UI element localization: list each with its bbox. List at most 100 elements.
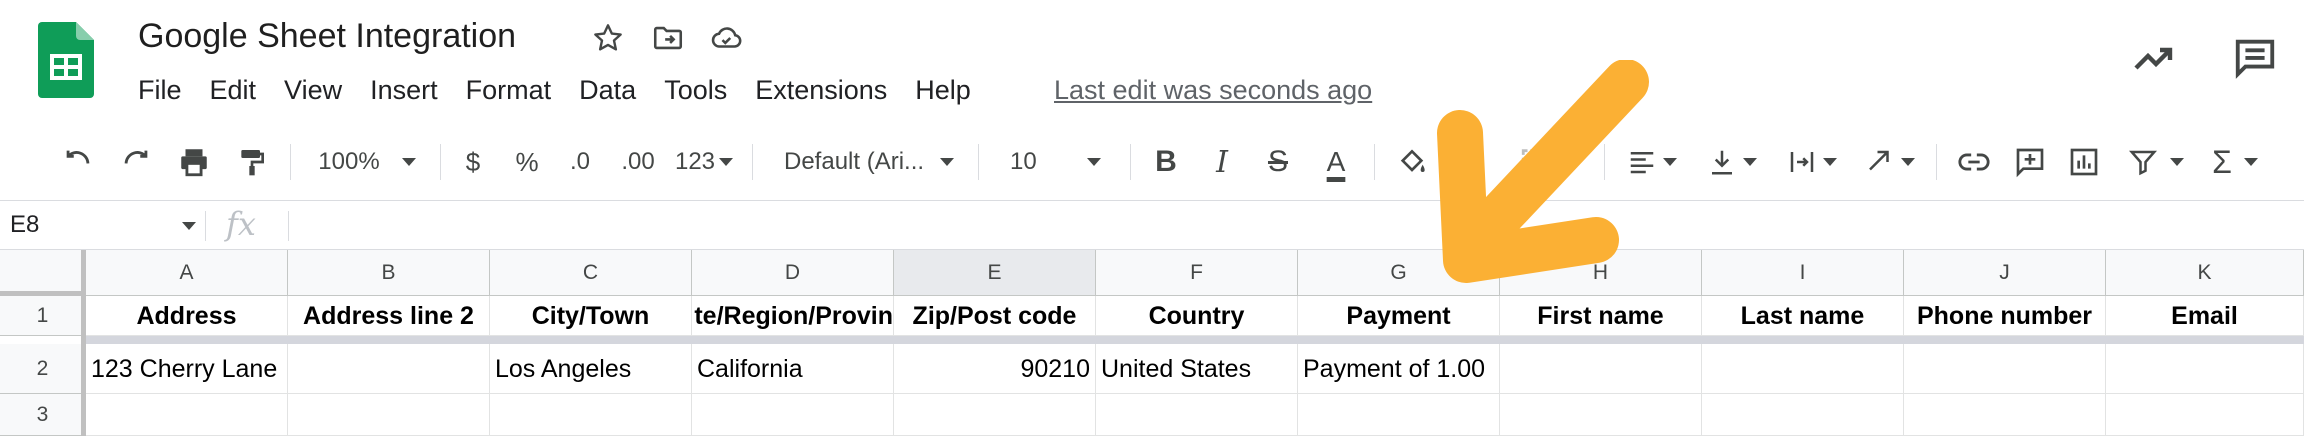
column-header-i[interactable]: I	[1702, 250, 1904, 296]
cell-c1[interactable]: City/Town	[490, 296, 692, 336]
number-format-select[interactable]: 123	[672, 138, 736, 186]
column-header-f[interactable]: F	[1096, 250, 1298, 296]
currency-format-button[interactable]: $	[458, 138, 488, 186]
cell-a2[interactable]: 123 Cherry Lane	[86, 344, 288, 394]
cell-g3[interactable]	[1298, 394, 1500, 436]
menu-extensions[interactable]: Extensions	[741, 72, 901, 108]
text-rotation-icon[interactable]	[1858, 138, 1922, 186]
menu-tools[interactable]: Tools	[650, 72, 741, 108]
column-header-j[interactable]: J	[1904, 250, 2106, 296]
cell-g1[interactable]: Payment	[1298, 296, 1500, 336]
cell-e3[interactable]	[894, 394, 1096, 436]
cell-b3[interactable]	[288, 394, 490, 436]
column-header-b[interactable]: B	[288, 250, 490, 296]
italic-icon[interactable]: I	[1202, 138, 1242, 186]
decrease-decimal-label: .0	[569, 148, 590, 175]
menu-view[interactable]: View	[270, 72, 356, 108]
cell-f2[interactable]: United States	[1096, 344, 1298, 394]
horizontal-align-icon[interactable]	[1620, 138, 1684, 186]
menu-help[interactable]: Help	[901, 72, 985, 108]
increase-decimal-button[interactable]: .00	[618, 138, 658, 186]
percent-format-button[interactable]: %	[512, 138, 542, 186]
filter-icon[interactable]	[2126, 138, 2186, 186]
column-header-h[interactable]: H	[1500, 250, 1702, 296]
borders-icon[interactable]	[1450, 138, 1490, 186]
activity-trend-icon[interactable]	[2130, 36, 2178, 80]
menu-format[interactable]: Format	[452, 72, 566, 108]
cell-f3[interactable]	[1096, 394, 1298, 436]
decrease-decimal-button[interactable]: .0	[562, 138, 598, 186]
cell-k1[interactable]: Email	[2106, 296, 2304, 336]
font-size-select[interactable]: 10	[1010, 138, 1110, 186]
cell-b2[interactable]	[288, 344, 490, 394]
cell-b1[interactable]: Address line 2	[288, 296, 490, 336]
last-edit-link[interactable]: Last edit was seconds ago	[1054, 72, 1372, 108]
row-header-3[interactable]: 3	[0, 394, 86, 436]
cell-i2[interactable]	[1702, 344, 1904, 394]
cell-d1[interactable]: te/Region/Provin	[692, 296, 894, 336]
redo-icon[interactable]	[116, 138, 156, 186]
merge-cells-icon[interactable]	[1514, 138, 1558, 186]
row-header-1[interactable]: 1	[0, 296, 86, 336]
cell-a1[interactable]: Address	[86, 296, 288, 336]
cell-j2[interactable]	[1904, 344, 2106, 394]
menu-insert[interactable]: Insert	[356, 72, 452, 108]
frozen-row-divider[interactable]	[86, 336, 2304, 344]
undo-icon[interactable]	[58, 138, 98, 186]
menu-data[interactable]: Data	[565, 72, 650, 108]
move-to-folder-icon[interactable]	[650, 20, 686, 56]
cell-j1[interactable]: Phone number	[1904, 296, 2106, 336]
paint-format-icon[interactable]	[230, 138, 274, 186]
cell-g2[interactable]: Payment of 1.00	[1298, 344, 1500, 394]
cell-f1[interactable]: Country	[1096, 296, 1298, 336]
insert-comment-icon[interactable]	[2010, 138, 2050, 186]
cell-j3[interactable]	[1904, 394, 2106, 436]
cell-e2[interactable]: 90210	[894, 344, 1096, 394]
cell-k2[interactable]	[2106, 344, 2304, 394]
column-header-d[interactable]: D	[692, 250, 894, 296]
chevron-down-icon[interactable]	[182, 222, 196, 230]
column-header-a[interactable]: A	[86, 250, 288, 296]
column-header-c[interactable]: C	[490, 250, 692, 296]
menu-edit[interactable]: Edit	[196, 72, 271, 108]
cell-d3[interactable]	[692, 394, 894, 436]
cell-c2[interactable]: Los Angeles	[490, 344, 692, 394]
frozen-column-divider[interactable]	[81, 250, 86, 436]
name-box[interactable]: E8	[10, 209, 190, 241]
document-title[interactable]: Google Sheet Integration	[138, 16, 516, 56]
zoom-select[interactable]: 100%	[312, 138, 422, 186]
print-icon[interactable]	[172, 138, 216, 186]
comment-icon[interactable]	[2232, 34, 2280, 82]
column-header-g[interactable]: G	[1298, 250, 1500, 296]
cell-h2[interactable]	[1500, 344, 1702, 394]
chevron-down-icon	[719, 158, 734, 166]
cell-d2[interactable]: California	[692, 344, 894, 394]
font-family-select[interactable]: Default (Ari...	[784, 138, 964, 186]
row-header-2[interactable]: 2	[0, 344, 86, 394]
functions-icon[interactable]: Σ	[2200, 138, 2270, 186]
sheets-logo-icon[interactable]	[38, 22, 94, 98]
star-icon[interactable]	[590, 20, 626, 56]
menu-file[interactable]: File	[124, 72, 196, 108]
cell-e1[interactable]: Zip/Post code	[894, 296, 1096, 336]
cloud-saved-icon[interactable]	[708, 20, 744, 56]
text-wrapping-icon[interactable]	[1780, 138, 1844, 186]
text-color-icon[interactable]: A	[1314, 138, 1358, 186]
insert-link-icon[interactable]	[1954, 138, 1994, 186]
cell-h1[interactable]: First name	[1500, 296, 1702, 336]
column-header-e[interactable]: E	[894, 250, 1096, 296]
cell-k3[interactable]	[2106, 394, 2304, 436]
insert-chart-icon[interactable]	[2064, 138, 2104, 186]
formula-bar: E8 fx	[0, 200, 2304, 250]
cell-i1[interactable]: Last name	[1702, 296, 1904, 336]
cell-h3[interactable]	[1500, 394, 1702, 436]
strikethrough-icon[interactable]: S	[1258, 138, 1298, 186]
cell-i3[interactable]	[1702, 394, 1904, 436]
column-header-k[interactable]: K	[2106, 250, 2304, 296]
cell-a3[interactable]	[86, 394, 288, 436]
fill-color-icon[interactable]	[1392, 138, 1432, 186]
cell-c3[interactable]	[490, 394, 692, 436]
select-all-corner[interactable]	[0, 250, 86, 296]
vertical-align-icon[interactable]	[1700, 138, 1764, 186]
bold-icon[interactable]: B	[1146, 138, 1186, 186]
